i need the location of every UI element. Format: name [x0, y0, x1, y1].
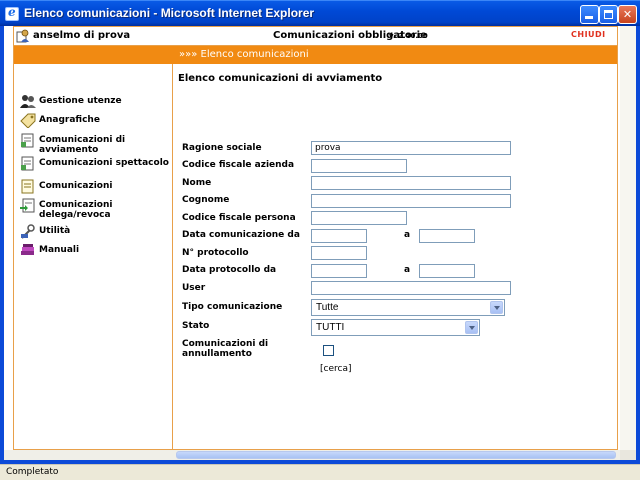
chiudi-link[interactable]: CHIUDI	[571, 30, 606, 39]
books-icon	[21, 244, 34, 255]
n-protocollo-label: N° protocollo	[182, 248, 249, 258]
n-protocollo-input[interactable]	[311, 246, 367, 260]
status-bar: Completato	[0, 464, 640, 480]
tipo-comunicazione-value: Tutte	[316, 302, 339, 313]
tipo-comunicazione-select[interactable]: Tutte	[311, 299, 505, 316]
tag-icon	[20, 113, 36, 128]
data-protocollo-to-label: a	[404, 265, 411, 275]
document-icon	[21, 133, 34, 148]
sidebar-item-utilita[interactable]: Utilità	[20, 224, 70, 239]
data-comunicazione-label: Data comunicazione da	[182, 230, 300, 240]
current-user: anselmo di prova	[33, 30, 131, 41]
breadcrumb: »»» Elenco comunicazioni	[179, 49, 309, 60]
ragione-sociale-input[interactable]: prova	[311, 141, 511, 155]
sidebar-item-label: Gestione utenze	[39, 96, 122, 106]
data-comunicazione-from-input[interactable]	[311, 229, 367, 243]
browser-viewport: anselmo di prova Comunicazioni obbligato…	[4, 26, 636, 460]
codice-fiscale-azienda-input[interactable]	[311, 159, 407, 173]
page-title: Elenco comunicazioni di avviamento	[178, 73, 383, 84]
app-version: v. 2.40.00	[389, 32, 428, 40]
breadcrumb-bar: »»» Elenco comunicazioni	[14, 46, 617, 64]
scrollbar-thumb[interactable]	[176, 451, 616, 459]
page-container: anselmo di prova Comunicazioni obbligato…	[13, 26, 618, 450]
vertical-scrollbar[interactable]	[620, 26, 636, 450]
scrollbar-corner	[620, 450, 636, 460]
chevron-down-icon[interactable]	[490, 301, 503, 314]
sidebar-item-label: Manuali	[39, 245, 80, 255]
data-protocollo-to-input[interactable]	[419, 264, 475, 278]
sidebar-item-manuali[interactable]: Manuali	[20, 243, 79, 258]
sidebar-item-comunicazioni-avviamento[interactable]: Comunicazioni di avviamento	[20, 133, 172, 155]
maximize-button[interactable]	[599, 5, 618, 24]
user-icon	[16, 29, 29, 43]
document-icon	[21, 156, 34, 171]
sidebar-item-comunicazioni[interactable]: Comunicazioni	[20, 179, 112, 194]
user-input[interactable]	[311, 281, 511, 295]
minimize-icon	[585, 16, 593, 19]
comunicazioni-annullamento-label: Comunicazioni di annullamento	[182, 339, 269, 359]
ragione-sociale-label: Ragione sociale	[182, 143, 262, 153]
sidebar-item-label: Comunicazioni spettacolo	[39, 158, 169, 168]
users-icon	[20, 95, 36, 108]
user-label: User	[182, 283, 206, 293]
codice-fiscale-azienda-label: Codice fiscale azienda	[182, 160, 295, 170]
sidebar-item-label: Anagrafiche	[39, 115, 100, 125]
tools-icon	[21, 224, 35, 239]
sidebar-item-anagrafiche[interactable]: Anagrafiche	[20, 113, 100, 128]
codice-fiscale-persona-label: Codice fiscale persona	[182, 213, 296, 223]
data-comunicazione-to-input[interactable]	[419, 229, 475, 243]
stato-value: TUTTI	[316, 322, 345, 333]
stato-select[interactable]: TUTTI	[311, 319, 480, 336]
nome-input[interactable]	[311, 176, 511, 190]
codice-fiscale-persona-input[interactable]	[311, 211, 407, 225]
sidebar-item-label: Utilità	[39, 226, 71, 236]
cognome-input[interactable]	[311, 194, 511, 208]
chevron-down-icon[interactable]	[465, 321, 478, 334]
cognome-label: Cognome	[182, 195, 230, 205]
data-protocollo-label: Data protocollo da	[182, 265, 277, 275]
stato-label: Stato	[182, 321, 210, 331]
horizontal-scrollbar[interactable]	[4, 450, 620, 460]
document-arrow-icon	[20, 198, 35, 213]
maximize-icon	[604, 10, 613, 19]
window-title-bar: Elenco comunicazioni - Microsoft Interne…	[0, 0, 640, 26]
window-title: Elenco comunicazioni - Microsoft Interne…	[24, 6, 315, 20]
data-protocollo-from-input[interactable]	[311, 264, 367, 278]
nome-label: Nome	[182, 178, 212, 188]
close-icon: ✕	[622, 8, 633, 21]
sidebar-item-comunicazioni-delega-revoca[interactable]: Comunicazioni delega/revoca	[20, 198, 172, 220]
window-frame: anselmo di prova Comunicazioni obbligato…	[0, 26, 640, 464]
close-window-button[interactable]: ✕	[618, 5, 637, 24]
sidebar-item-comunicazioni-spettacolo[interactable]: Comunicazioni spettacolo	[20, 156, 169, 171]
sidebar-item-label: Comunicazioni delega/revoca	[39, 200, 113, 220]
sidebar-item-gestione-utenze[interactable]: Gestione utenze	[20, 94, 122, 109]
status-text: Completato	[6, 467, 59, 477]
minimize-button[interactable]	[580, 5, 599, 24]
search-form: Elenco comunicazioni di avviamento Ragio…	[177, 64, 615, 449]
cerca-link[interactable]: [cerca]	[320, 364, 351, 374]
tipo-comunicazione-label: Tipo comunicazione	[182, 302, 283, 312]
sidebar-item-label: Comunicazioni di avviamento	[39, 135, 126, 155]
page-header: anselmo di prova Comunicazioni obbligato…	[14, 27, 617, 46]
sidebar: Gestione utenze Anagrafiche Comunicazion…	[14, 64, 173, 449]
comunicazioni-annullamento-checkbox[interactable]	[323, 345, 334, 356]
data-comunicazione-to-label: a	[404, 230, 411, 240]
sidebar-item-label: Comunicazioni	[39, 181, 113, 191]
document-icon	[21, 179, 34, 194]
internet-explorer-icon	[5, 5, 19, 21]
